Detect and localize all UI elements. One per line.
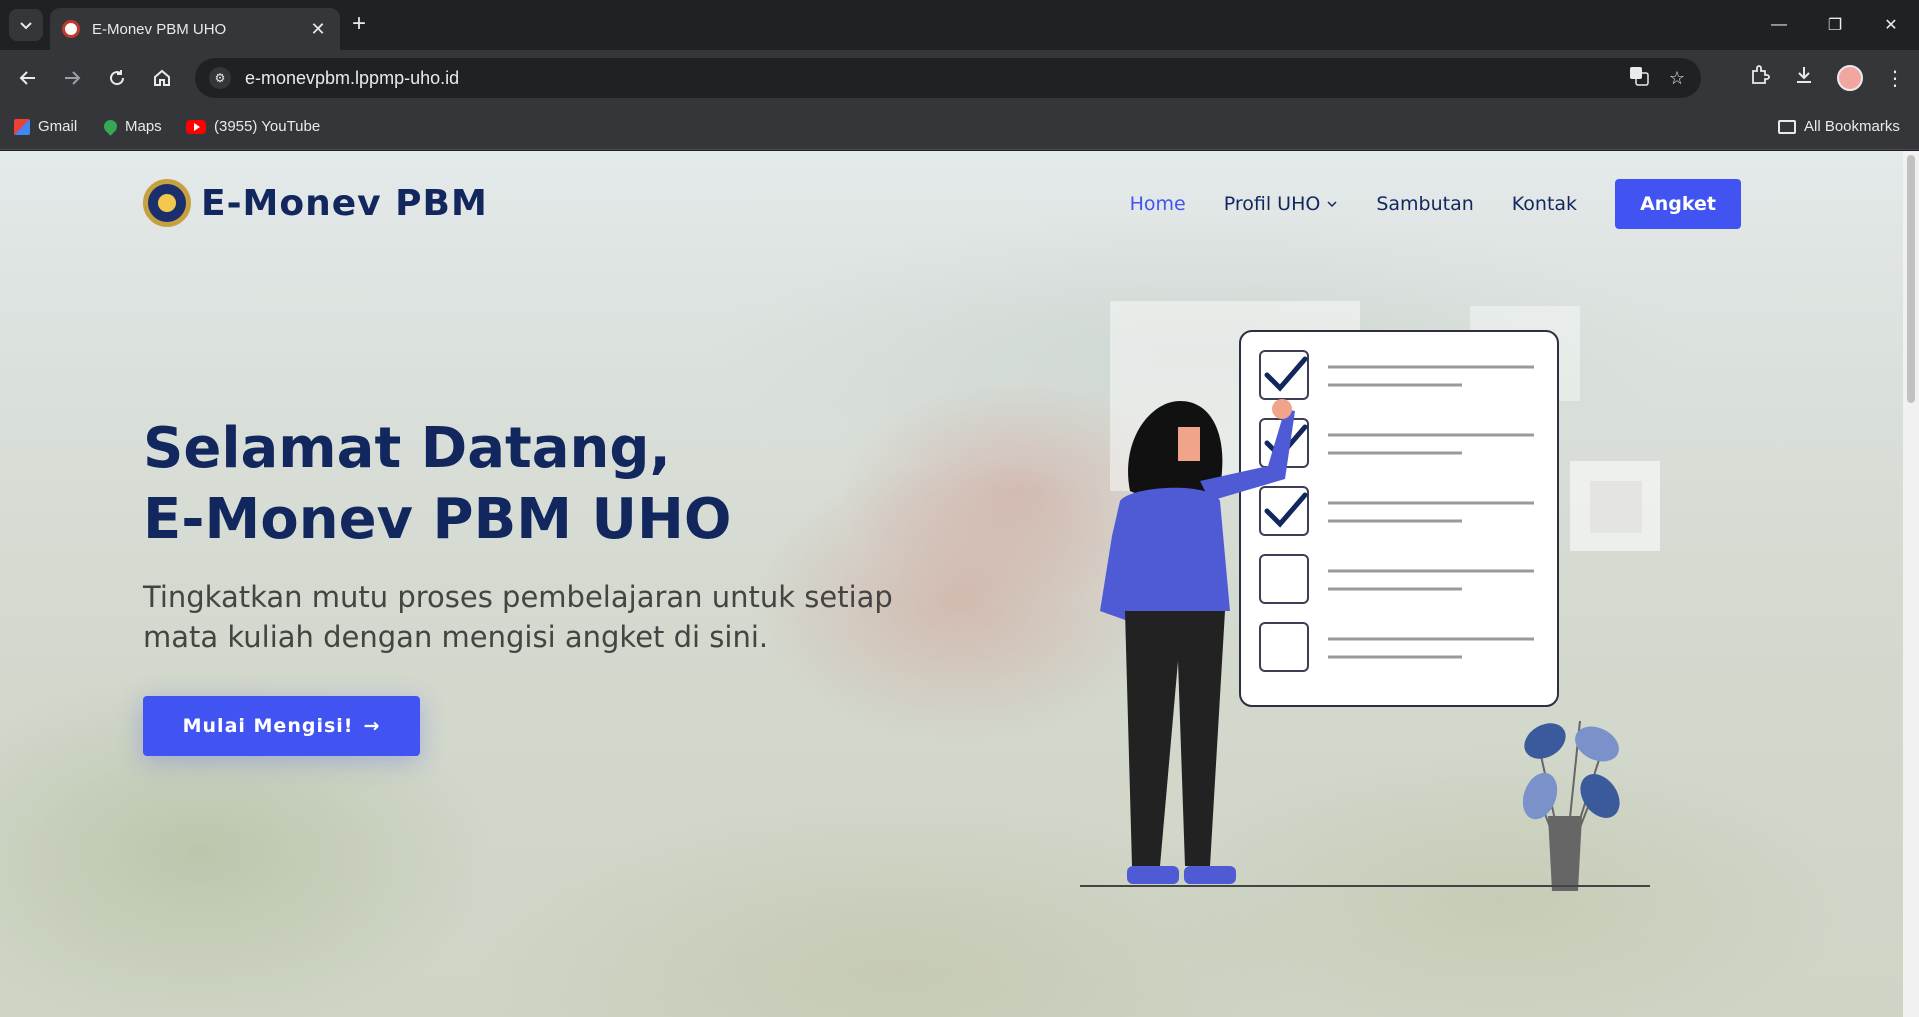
forward-button[interactable]: [54, 60, 90, 96]
chevron-down-icon: [20, 22, 32, 30]
reload-button[interactable]: [99, 60, 135, 96]
nav-profil-label: Profil UHO: [1223, 193, 1321, 215]
translate-icon[interactable]: [1629, 66, 1649, 91]
hero-title-line-2: E-Monev PBM UHO: [143, 487, 732, 552]
site-info-icon[interactable]: ⚙: [209, 67, 231, 89]
youtube-icon: [186, 119, 206, 134]
chevron-down-icon: [1327, 201, 1337, 208]
main-nav: Home Profil UHO Sambutan Kontak Angket: [1092, 179, 1741, 229]
extensions-icon[interactable]: [1749, 64, 1771, 92]
browser-tab[interactable]: E-Monev PBM UHO ✕: [50, 8, 340, 50]
bookmark-maps[interactable]: Maps: [101, 117, 162, 136]
nav-sambutan[interactable]: Sambutan: [1376, 193, 1473, 215]
nav-home[interactable]: Home: [1130, 193, 1186, 215]
cta-label: Mulai Mengisi!: [182, 715, 354, 737]
home-button[interactable]: [144, 60, 180, 96]
nav-kontak[interactable]: Kontak: [1512, 193, 1577, 215]
hero-subtitle: Tingkatkan mutu proses pembelajaran untu…: [143, 580, 893, 654]
restore-button[interactable]: ❐: [1807, 0, 1863, 50]
bookmark-gmail[interactable]: Gmail: [14, 118, 77, 135]
download-icon[interactable]: [1793, 64, 1815, 92]
kebab-menu-icon[interactable]: ⋮: [1885, 66, 1905, 91]
all-bookmarks-label: All Bookmarks: [1804, 118, 1900, 135]
page-scrollbar[interactable]: [1903, 151, 1919, 1017]
arrow-right-icon: [65, 71, 81, 85]
webpage: E-Monev PBM Home Profil UHO Sambutan Kon…: [0, 151, 1903, 1017]
minimize-button[interactable]: —: [1751, 0, 1807, 50]
home-icon: [154, 69, 170, 86]
tab-strip: E-Monev PBM UHO ✕ + — ❐ ✕: [0, 0, 1919, 50]
checklist-board: [1239, 330, 1559, 707]
bookmark-label: Gmail: [38, 118, 78, 135]
brand-name: E-Monev PBM: [201, 182, 488, 224]
arrow-right-icon: →: [363, 715, 381, 737]
site-header: E-Monev PBM Home Profil UHO Sambutan Kon…: [0, 151, 1903, 255]
back-button[interactable]: [10, 60, 46, 96]
uho-logo-icon: [143, 179, 191, 227]
all-bookmarks-button[interactable]: All Bookmarks: [1778, 118, 1900, 135]
potted-plant: [1522, 720, 1620, 891]
new-tab-button[interactable]: +: [352, 12, 366, 36]
address-bar[interactable]: ⚙ e-monevpbm.lppmp-uho.id ☆: [195, 58, 1701, 98]
profile-avatar[interactable]: [1837, 65, 1863, 91]
tab-search-button[interactable]: [9, 9, 43, 41]
gmail-icon: [14, 118, 30, 135]
url-text[interactable]: e-monevpbm.lppmp-uho.id: [245, 68, 1629, 89]
bookmark-label: Maps: [125, 118, 162, 135]
close-window-button[interactable]: ✕: [1863, 0, 1919, 50]
hero-title-line-1: Selamat Datang,: [143, 416, 671, 481]
browser-toolbar: ⚙ e-monevpbm.lppmp-uho.id ☆ ⋮: [0, 50, 1919, 106]
checklist-illustration: [1080, 301, 1660, 891]
bookmark-youtube[interactable]: (3955) YouTube: [186, 118, 320, 135]
close-tab-icon[interactable]: ✕: [308, 19, 328, 40]
tab-title: E-Monev PBM UHO: [92, 20, 227, 38]
bookmarks-bar: Gmail Maps (3955) YouTube All Bookmarks: [0, 106, 1919, 150]
maps-pin-icon: [101, 117, 120, 136]
bookmark-label: (3955) YouTube: [214, 118, 321, 135]
star-icon[interactable]: ☆: [1669, 68, 1685, 89]
scrollbar-thumb[interactable]: [1907, 155, 1915, 403]
folder-icon: [1778, 119, 1796, 134]
bg-panel: [1590, 481, 1642, 533]
site-favicon-icon: [62, 20, 80, 38]
nav-profil-uho[interactable]: Profil UHO: [1224, 193, 1339, 215]
angket-button[interactable]: Angket: [1615, 179, 1741, 229]
arrow-left-icon: [19, 71, 35, 85]
hero-title: Selamat Datang, E-Monev PBM UHO: [143, 413, 731, 555]
brand-link[interactable]: E-Monev PBM: [143, 179, 488, 227]
start-filling-button[interactable]: Mulai Mengisi! →: [143, 696, 420, 756]
reload-icon: [110, 70, 125, 86]
